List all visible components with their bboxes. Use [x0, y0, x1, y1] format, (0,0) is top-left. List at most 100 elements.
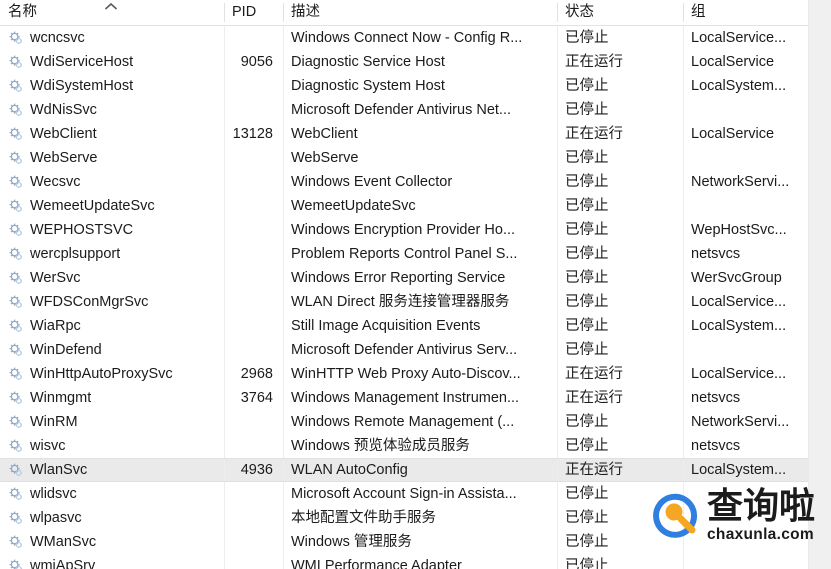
table-row[interactable]: WebServe WebServe 已停止: [0, 146, 808, 170]
cell-status: 已停止: [557, 170, 683, 194]
table-row[interactable]: WebClient 13128 WebClient 正在运行 LocalService: [0, 122, 808, 146]
table-row[interactable]: Winmgmt 3764 Windows Management Instrumen.…: [0, 386, 808, 410]
service-name-label: wisvc: [30, 438, 66, 454]
table-row[interactable]: wcncsvc Windows Connect Now - Config R...…: [0, 26, 808, 50]
service-gear-icon: [9, 295, 23, 308]
table-body: wcncsvc Windows Connect Now - Config R...…: [0, 26, 808, 569]
column-header-pid[interactable]: PID: [224, 0, 283, 25]
table-row[interactable]: WerSvc Windows Error Reporting Service 已停止…: [0, 266, 808, 290]
table-row[interactable]: wisvc Windows 预览体验成员服务 已停止 netsvcs: [0, 434, 808, 458]
table-row[interactable]: WdiSystemHost Diagnostic System Host 已停止 Lo…: [0, 74, 808, 98]
table-row[interactable]: WinHttpAutoProxySvc 2968 WinHTTP Web Proxy…: [0, 362, 808, 386]
cell-pid: [224, 554, 283, 569]
cell-group: [683, 194, 808, 218]
service-gear-icon: [9, 367, 23, 380]
cell-pid: 13128: [224, 122, 283, 146]
column-header-group[interactable]: 组: [683, 0, 808, 25]
cell-name: wisvc: [0, 434, 224, 458]
cell-group: netsvcs: [683, 386, 808, 410]
column-header-group-label: 组: [691, 4, 706, 20]
table-row[interactable]: WemeetUpdateSvc WemeetUpdateSvc 已停止: [0, 194, 808, 218]
cell-name: WdNisSvc: [0, 98, 224, 122]
cell-description: WLAN AutoConfig: [283, 459, 557, 481]
service-gear-icon: [9, 151, 23, 164]
cell-status: 正在运行: [557, 386, 683, 410]
cell-description: Windows Management Instrumen...: [283, 386, 557, 410]
cell-description: Windows Error Reporting Service: [283, 266, 557, 290]
column-header-status-label: 状态: [565, 4, 594, 20]
column-header-desc-label: 描述: [291, 4, 320, 20]
service-name-label: WinDefend: [30, 342, 102, 358]
table-row[interactable]: WdNisSvc Microsoft Defender Antivirus Net…: [0, 98, 808, 122]
table-row[interactable]: WEPHOSTSVC Windows Encryption Provider Ho…: [0, 218, 808, 242]
cell-status: 已停止: [557, 506, 683, 530]
service-name-label: wlidsvc: [30, 486, 77, 502]
service-name-label: WemeetUpdateSvc: [30, 198, 155, 214]
table-row[interactable]: WManSvc Windows 管理服务 已停止: [0, 530, 808, 554]
table-row[interactable]: WiaRpc Still Image Acquisition Events 已停止 L…: [0, 314, 808, 338]
cell-status: 已停止: [557, 194, 683, 218]
cell-group: [683, 506, 808, 530]
cell-pid: [224, 506, 283, 530]
cell-group: LocalSystem...: [683, 74, 808, 98]
table-row[interactable]: wlidsvc Microsoft Account Sign-in Assista…: [0, 482, 808, 506]
column-header-name[interactable]: 名称: [0, 0, 224, 25]
cell-name: wmiApSrv: [0, 554, 224, 569]
cell-name: wlidsvc: [0, 482, 224, 506]
service-name-label: Wecsvc: [30, 174, 81, 190]
table-row[interactable]: WinRM Windows Remote Management (... 已停止 Ne…: [0, 410, 808, 434]
service-gear-icon: [9, 463, 23, 476]
service-name-label: WdiSystemHost: [30, 78, 134, 94]
cell-pid: [224, 242, 283, 266]
cell-group: [683, 98, 808, 122]
cell-status: 已停止: [557, 290, 683, 314]
table-row[interactable]: WinDefend Microsoft Defender Antivirus Se…: [0, 338, 808, 362]
cell-name: WFDSConMgrSvc: [0, 290, 224, 314]
cell-description: Problem Reports Control Panel S...: [283, 242, 557, 266]
column-header-pid-label: PID: [232, 4, 257, 20]
cell-group: NetworkServi...: [683, 170, 808, 194]
services-list-pane: 名称 PID 描述 状态 组 wcncsvc Windows Connect No…: [0, 0, 831, 569]
service-gear-icon: [9, 79, 23, 92]
cell-description: Windows Remote Management (...: [283, 410, 557, 434]
cell-description: Microsoft Defender Antivirus Net...: [283, 98, 557, 122]
cell-group: [683, 482, 808, 506]
table-row[interactable]: wercplsupport Problem Reports Control Pan…: [0, 242, 808, 266]
table-row[interactable]: wlpasvc 本地配置文件助手服务 已停止: [0, 506, 808, 530]
cell-pid: [224, 26, 283, 50]
cell-group: [683, 554, 808, 569]
cell-description: WebServe: [283, 146, 557, 170]
cell-pid: [224, 218, 283, 242]
sort-ascending-arrow-icon: [104, 2, 118, 10]
service-gear-icon: [9, 55, 23, 68]
vertical-scrollbar[interactable]: [808, 0, 831, 569]
service-name-label: wercplsupport: [30, 246, 121, 262]
cell-description: Windows Event Collector: [283, 170, 557, 194]
column-header-status[interactable]: 状态: [557, 0, 683, 25]
cell-group: LocalService...: [683, 362, 808, 386]
service-name-label: WdNisSvc: [30, 102, 97, 118]
cell-group: netsvcs: [683, 242, 808, 266]
table-row[interactable]: WFDSConMgrSvc WLAN Direct 服务连接管理器服务 已停止 Loc…: [0, 290, 808, 314]
cell-description: WinHTTP Web Proxy Auto-Discov...: [283, 362, 557, 386]
cell-description: Windows Encryption Provider Ho...: [283, 218, 557, 242]
table-row[interactable]: Wecsvc Windows Event Collector 已停止 NetworkS…: [0, 170, 808, 194]
service-gear-icon: [9, 247, 23, 260]
cell-name: WinDefend: [0, 338, 224, 362]
service-gear-icon: [9, 439, 23, 452]
service-name-label: WlanSvc: [30, 462, 88, 478]
cell-name: WEPHOSTSVC: [0, 218, 224, 242]
table-row[interactable]: wmiApSrv WMI Performance Adapter 已停止: [0, 554, 808, 569]
table-row[interactable]: WdiServiceHost 9056 Diagnostic Service Hos…: [0, 50, 808, 74]
table-header-row: 名称 PID 描述 状态 组: [0, 0, 808, 26]
cell-group: WepHostSvc...: [683, 218, 808, 242]
column-header-name-label: 名称: [8, 4, 37, 20]
cell-status: 已停止: [557, 266, 683, 290]
cell-group: LocalSystem...: [683, 314, 808, 338]
column-header-desc[interactable]: 描述: [283, 0, 557, 25]
cell-status: 已停止: [557, 98, 683, 122]
table-row[interactable]: WlanSvc 4936 WLAN AutoConfig 正在运行 LocalSyste…: [0, 458, 808, 482]
cell-status: 已停止: [557, 410, 683, 434]
cell-name: WdiSystemHost: [0, 74, 224, 98]
cell-status: 已停止: [557, 482, 683, 506]
